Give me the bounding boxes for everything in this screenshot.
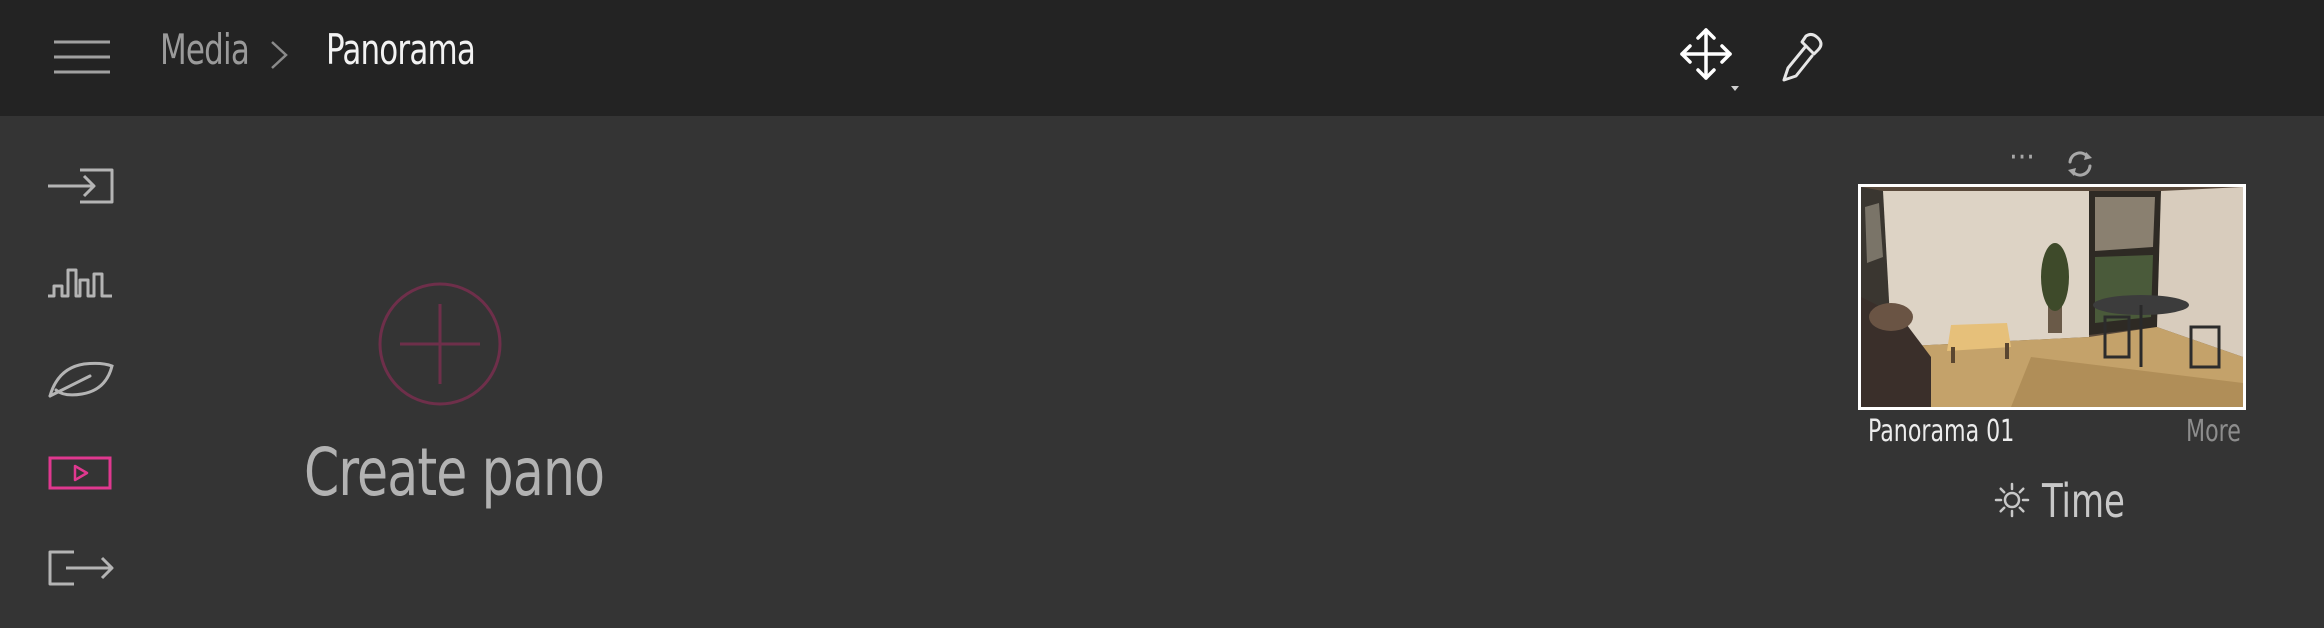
options-menu-button[interactable]: ··· <box>2004 143 2040 186</box>
panorama-item-title: Panorama 01 <box>1868 414 2015 449</box>
refresh-icon[interactable] <box>2064 148 2096 180</box>
more-button[interactable]: More <box>2186 414 2241 449</box>
sun-icon <box>1994 482 2030 518</box>
hamburger-menu-icon[interactable] <box>52 38 112 76</box>
create-pano-button[interactable]: Create pano <box>280 276 605 536</box>
skyline-icon[interactable] <box>44 258 116 306</box>
panorama-thumbnail[interactable] <box>1858 184 2246 410</box>
time-button[interactable]: Time <box>1990 470 2150 530</box>
leaf-icon[interactable] <box>44 354 116 402</box>
export-icon[interactable] <box>44 544 116 592</box>
media-icon[interactable] <box>44 450 116 498</box>
move-tool-icon[interactable] <box>1676 24 1746 94</box>
create-pano-label: Create pano <box>304 434 605 511</box>
plus-icon <box>376 280 504 408</box>
import-icon[interactable] <box>44 162 116 210</box>
top-bar: Media Panorama <box>0 0 2324 116</box>
breadcrumb-separator-icon <box>268 38 290 72</box>
breadcrumb-current: Panorama <box>326 25 476 74</box>
time-label: Time <box>2042 474 2125 528</box>
eyedropper-icon[interactable] <box>1776 30 1826 86</box>
breadcrumb-media[interactable]: Media <box>160 25 250 74</box>
